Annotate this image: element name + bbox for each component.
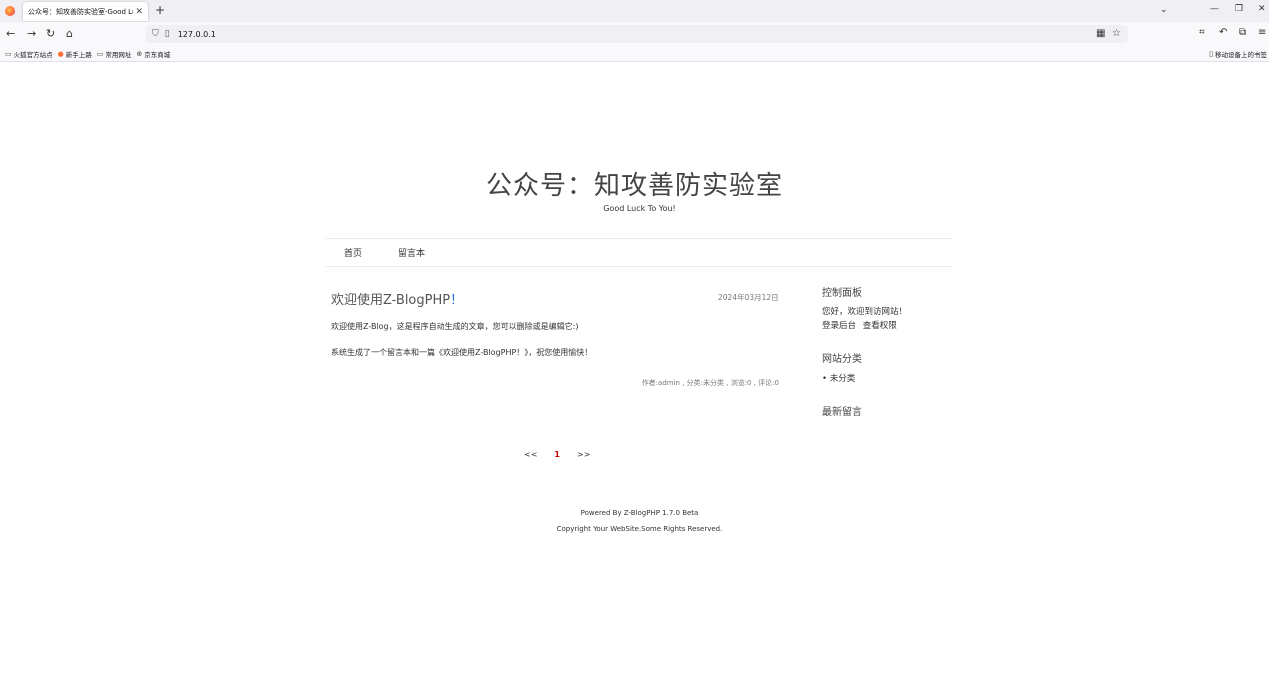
post-paragraph: 欢迎使用Z-Blog，这是程序自动生成的文章，您可以删除或是编辑它:)	[331, 322, 579, 331]
pager-next[interactable]: >>	[577, 450, 590, 459]
restore-icon[interactable]: ❐	[1235, 4, 1243, 14]
page-icon: ▯	[164, 29, 170, 39]
footer-copyright: Copyright Your WebSite.Some Rights Reser…	[556, 525, 723, 533]
folder-icon: ▭	[96, 49, 104, 58]
url-text[interactable]: 127.0.0.1	[178, 30, 216, 39]
footer-powered: Powered By Z-BlogPHP 1.7.0 Beta	[580, 509, 699, 517]
pager-current[interactable]: 1	[554, 450, 560, 459]
browser-tab-bar: 公众号：知攻善防实验室-Good Luck To You! ✕ + ⌄ — ❐ …	[0, 0, 1269, 22]
chevron-down-icon[interactable]: ⌄	[1160, 5, 1168, 15]
menu-item-home[interactable]: 首页	[344, 246, 362, 259]
browser-nav-bar: ← → ↻ ⌂ ⛉ ▯ 127.0.0.1 ▦ ☆ ⌗ ↶ ⧉ ≡	[0, 22, 1269, 46]
firefox-icon	[5, 6, 15, 16]
bookmark-item[interactable]: ▭ 常用网址	[97, 49, 132, 59]
globe-icon: ⊕	[136, 49, 143, 58]
mobile-bookmarks[interactable]: ▯ 移动设备上的书签	[1209, 49, 1267, 59]
menu-icon[interactable]: ≡	[1258, 27, 1266, 38]
new-tab-plus-icon[interactable]: +	[155, 3, 165, 17]
sidebar-category-title: 网站分类	[822, 354, 862, 365]
url-bar[interactable]: ⛉ ▯ 127.0.0.1 ▦ ☆	[146, 25, 1128, 43]
bookmark-item[interactable]: ● 新手上路	[58, 49, 92, 59]
bookmark-item[interactable]: ⊕ 京东商城	[136, 49, 170, 59]
folder-icon: ▯	[1209, 50, 1213, 58]
sidebar-links: 登录后台 查看权限	[822, 319, 897, 331]
home-icon[interactable]: ⌂	[66, 27, 73, 40]
close-icon[interactable]: ✕	[135, 7, 143, 17]
login-link[interactable]: 登录后台	[822, 321, 856, 331]
tab-title: 公众号：知攻善防实验室-Good Luck To You!	[28, 7, 133, 16]
permissions-link[interactable]: 查看权限	[863, 321, 897, 331]
shield-icon[interactable]: ⛉	[152, 29, 159, 39]
post-title[interactable]: 欢迎使用Z-BlogPHP！	[331, 289, 463, 308]
menu-item-guestbook[interactable]: 留言本	[398, 246, 425, 259]
undo-icon[interactable]: ↶	[1219, 27, 1227, 38]
site-subtitle: Good Luck To You!	[603, 204, 676, 213]
main-menu: 首页 留言本	[326, 238, 953, 267]
firefox-icon: ●	[57, 49, 64, 58]
bookmark-star-icon[interactable]: ☆	[1112, 28, 1121, 39]
minimize-icon[interactable]: —	[1210, 4, 1219, 14]
page-content: 公众号：知攻善防实验室 Good Luck To You! 首页 留言本 欢迎使…	[0, 62, 1269, 675]
forward-icon[interactable]: →	[27, 27, 36, 40]
window-close-icon[interactable]: ✕	[1258, 4, 1266, 14]
post-meta: 作者:admin , 分类:未分类 , 浏览:0 , 评论:0	[641, 379, 779, 387]
bookmark-item[interactable]: ▭ 火狐官方站点	[5, 49, 53, 59]
sidebar-welcome: 您好，欢迎到访网站！	[822, 307, 908, 317]
reload-icon[interactable]: ↻	[46, 27, 55, 40]
sidebar-control-title: 控制面板	[822, 288, 862, 299]
sidebar-category-item[interactable]: • 未分类	[822, 372, 855, 384]
browser-tab[interactable]: 公众号：知攻善防实验室-Good Luck To You! ✕	[23, 2, 148, 21]
folder-icon: ▭	[5, 49, 12, 58]
post-paragraph: 系统生成了一个留言本和一篇《欢迎使用Z-BlogPHP！》，祝您使用愉快！	[331, 348, 593, 357]
sidebar-comments-title: 最新留言	[822, 407, 862, 418]
crop-icon[interactable]: ⌗	[1199, 27, 1205, 38]
qr-code-icon[interactable]: ▦	[1096, 28, 1105, 39]
back-icon[interactable]: ←	[6, 27, 15, 40]
pagination: << 1 >>	[524, 450, 607, 459]
extensions-icon[interactable]: ⧉	[1239, 27, 1246, 38]
site-title[interactable]: 公众号：知攻善防实验室	[0, 165, 1269, 202]
pager-prev[interactable]: <<	[524, 450, 537, 459]
post-date: 2024年03月12日	[718, 293, 779, 302]
bookmarks-bar: ▭ 火狐官方站点 ● 新手上路 ▭ 常用网址 ⊕ 京东商城 ▯ 移动设备上的书签	[0, 46, 1269, 62]
